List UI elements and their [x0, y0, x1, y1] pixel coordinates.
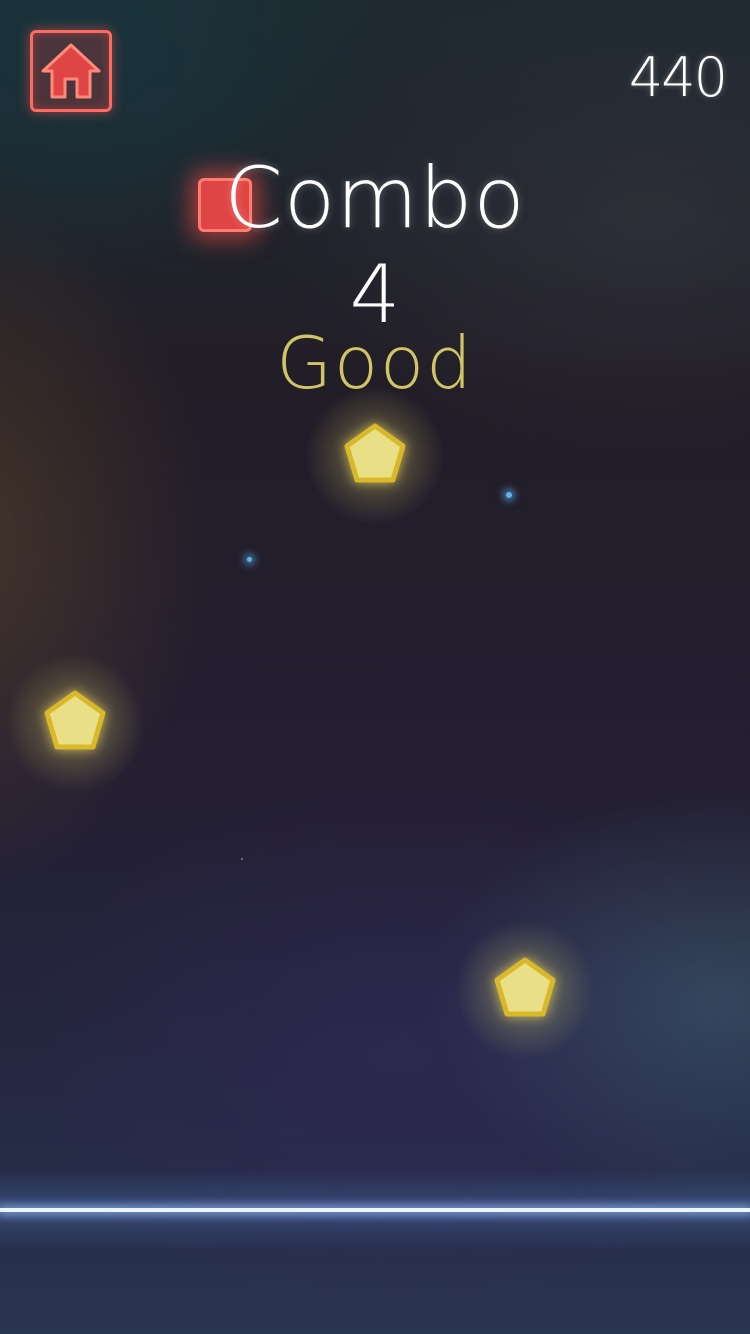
game-stage[interactable]: 440 Combo 4 Good — [0, 0, 750, 1334]
pentagon-icon — [44, 690, 106, 750]
pentagon-note[interactable] — [455, 920, 595, 1060]
score-counter: 440 — [628, 46, 728, 109]
pentagon-icon — [494, 957, 556, 1017]
home-button[interactable] — [30, 30, 112, 112]
combo-label: Combo — [224, 149, 526, 247]
home-icon — [41, 43, 101, 99]
spark-particle — [247, 557, 252, 562]
pentagon-note[interactable] — [5, 653, 145, 793]
hit-line[interactable] — [0, 1208, 750, 1212]
pentagon-note[interactable] — [305, 386, 445, 526]
spark-particle — [241, 858, 243, 860]
pentagon-icon — [344, 423, 406, 483]
spark-particle — [506, 492, 512, 498]
